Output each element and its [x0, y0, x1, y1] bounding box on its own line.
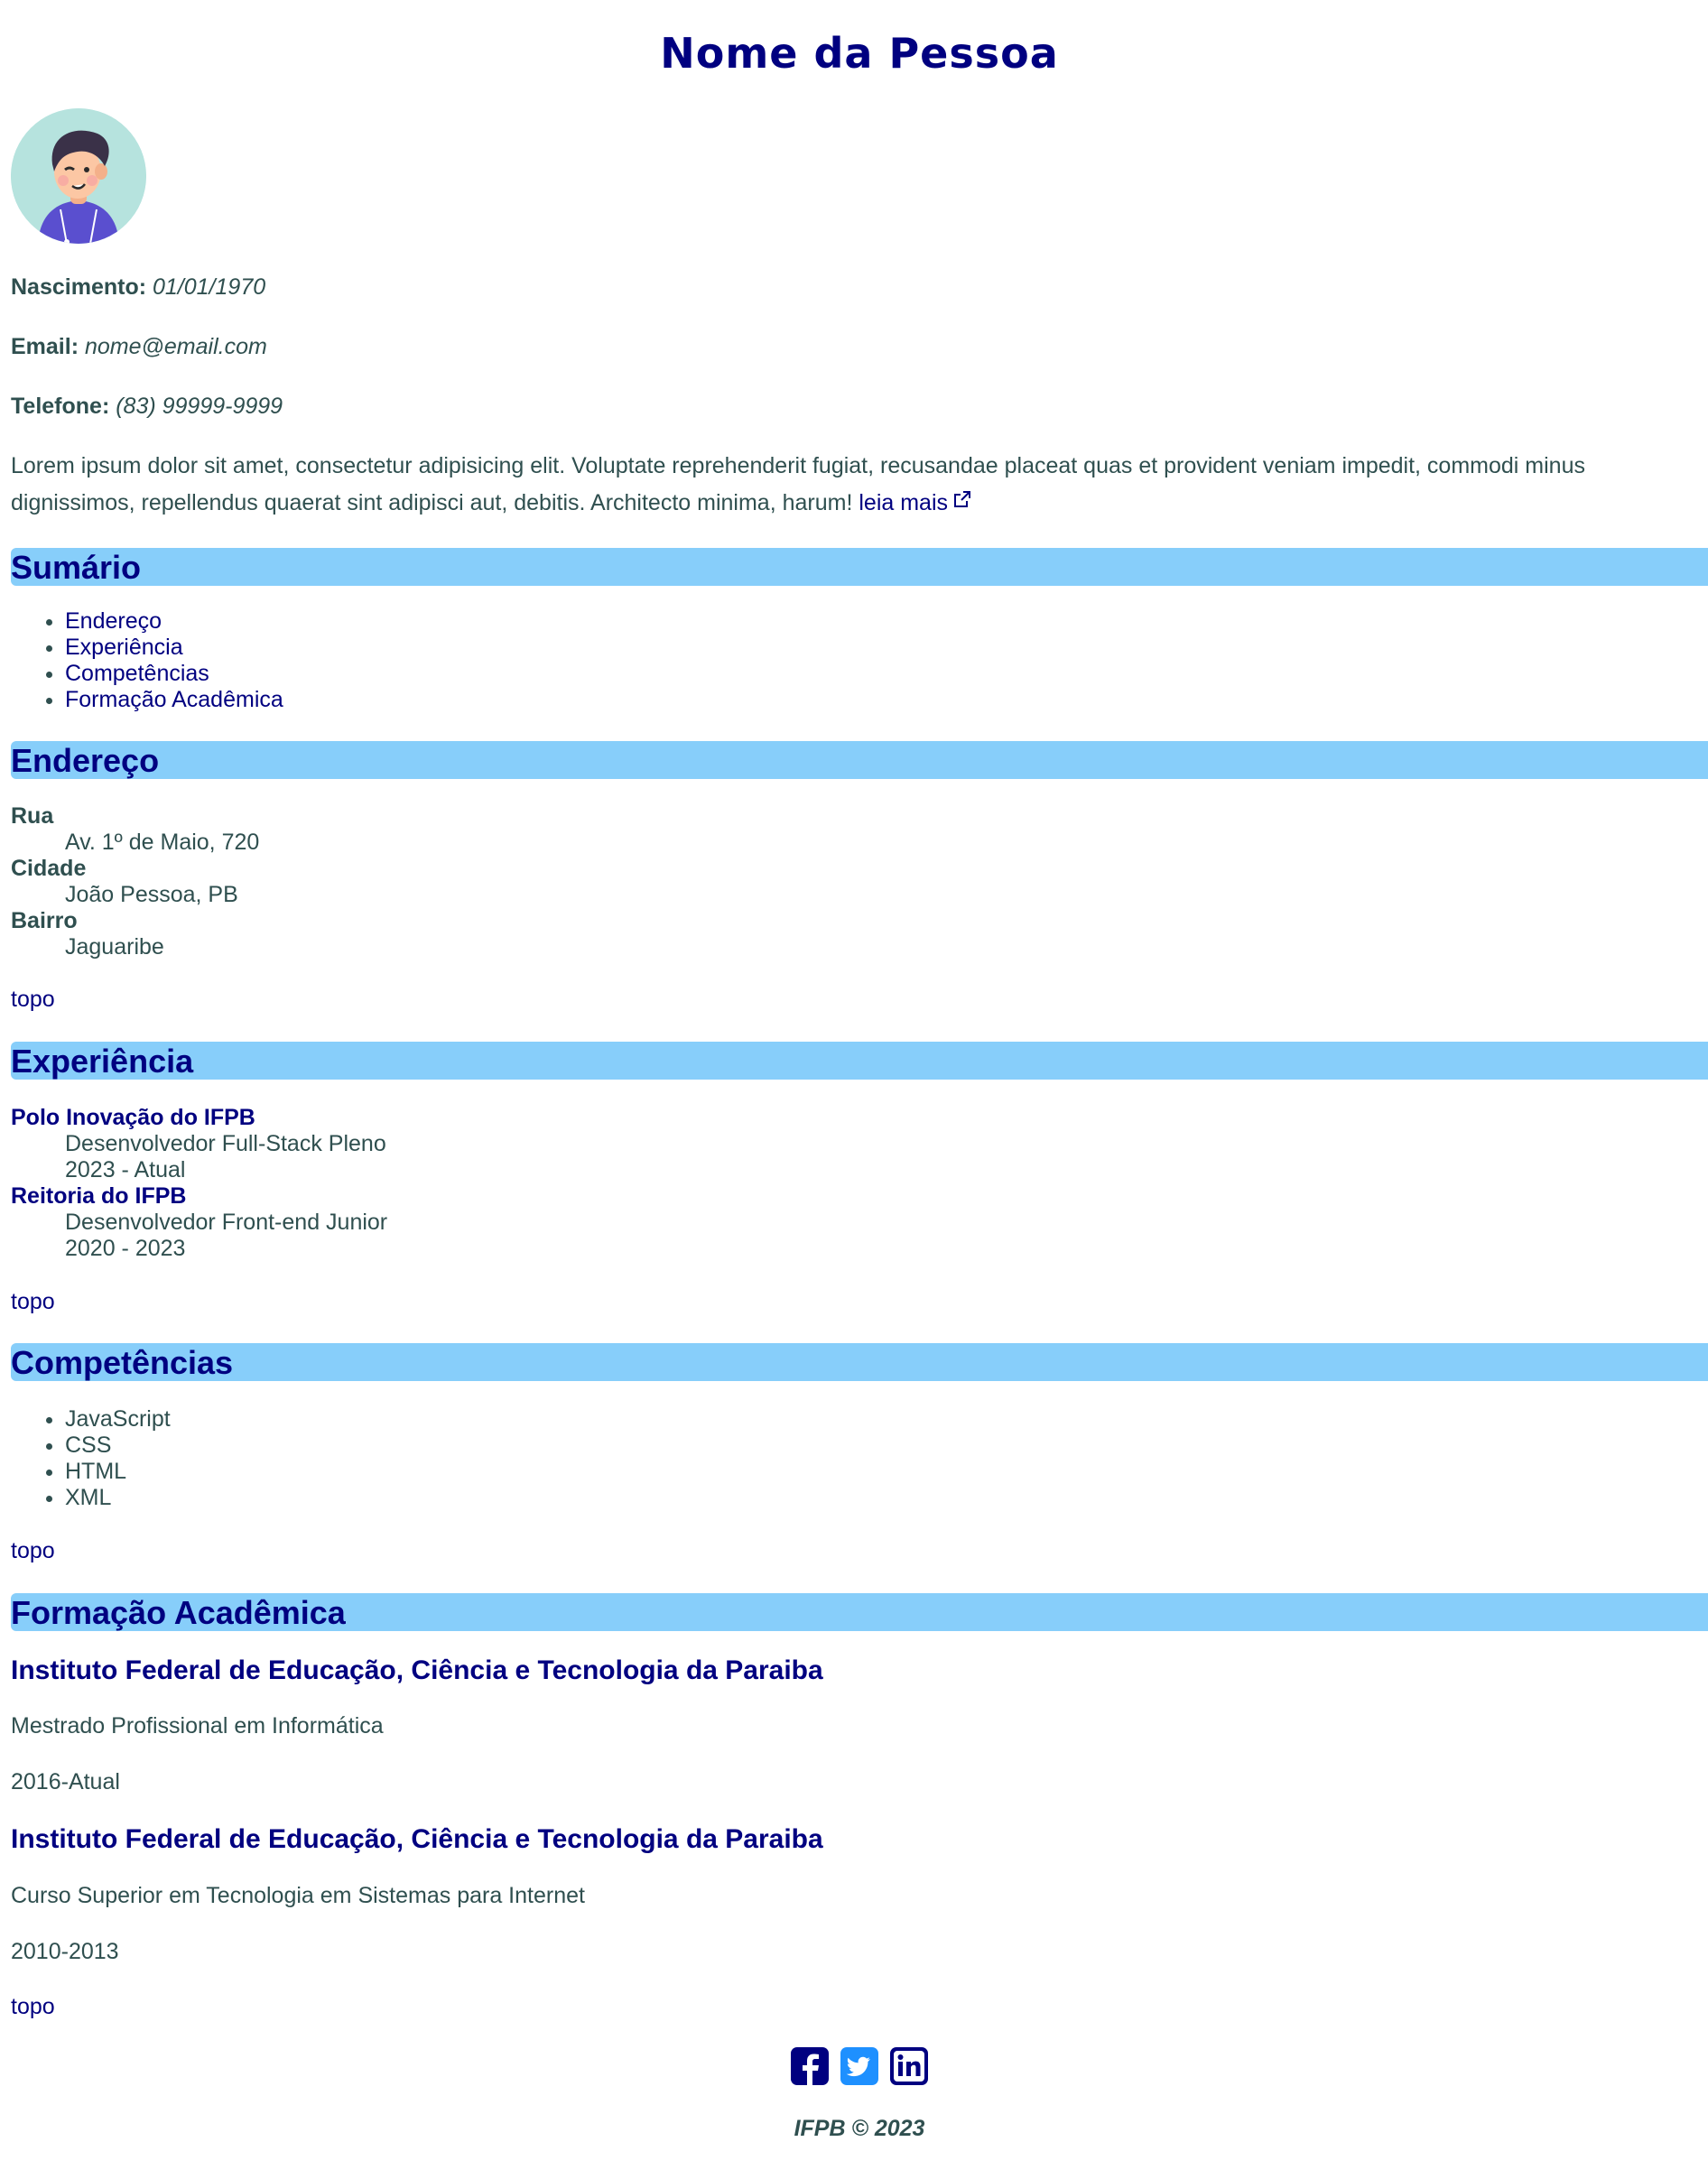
job-period: 2020 - 2023 [65, 1236, 186, 1262]
birth-line: Nascimento: 01/01/1970 [11, 273, 1708, 303]
avatar [11, 108, 146, 244]
email-value: nome@email.com [84, 333, 267, 359]
city-value: João Pessoa, PB [65, 882, 238, 908]
job-role: Desenvolvedor Full-Stack Pleno [65, 1131, 386, 1157]
street-value: Av. 1º de Maio, 720 [65, 830, 260, 856]
avatar-illustration [11, 108, 146, 244]
course-name: Mestrado Profissional em Informática [11, 1713, 384, 1739]
course-period: 2010-2013 [11, 1938, 119, 1964]
intro-paragraph: Lorem ipsum dolor sit amet, consectetur … [11, 449, 1708, 521]
social-links [11, 2047, 1708, 2089]
top-link[interactable]: topo [11, 987, 1708, 1013]
summary-list: Endereço Experiência Competências Formaç… [11, 608, 1708, 713]
summary-link-address[interactable]: Endereço [65, 608, 162, 634]
skill-item: XML [65, 1485, 1708, 1511]
footer-text: IFPB © 2023 [794, 2116, 925, 2142]
experience-list: Polo Inovação do IFPB Desenvolvedor Full… [11, 1105, 1708, 1262]
birth-label: Nascimento: [11, 274, 147, 300]
email-label: Email: [11, 333, 79, 359]
experience-heading: Experiência [11, 1042, 1708, 1080]
institution-name: Instituto Federal de Educação, Ciência e… [11, 1655, 823, 1686]
summary-link-skills[interactable]: Competências [65, 661, 209, 686]
institution-name: Instituto Federal de Educação, Ciência e… [11, 1823, 823, 1854]
skills-heading: Competências [11, 1343, 1708, 1382]
summary-link-experience[interactable]: Experiência [65, 635, 183, 660]
phone-value: (83) 99999-9999 [116, 393, 283, 419]
page-title: Nome da Pessoa [660, 29, 1059, 78]
top-link[interactable]: topo [11, 1289, 1708, 1315]
summary-heading: Sumário [11, 548, 1708, 587]
skill-item: CSS [65, 1433, 1708, 1459]
district-label: Bairro [11, 908, 78, 934]
email-line: Email: nome@email.com [11, 332, 1708, 363]
district-value: Jaguaribe [65, 934, 164, 960]
facebook-icon[interactable] [791, 2047, 830, 2086]
course-name: Curso Superior em Tecnologia em Sistemas… [11, 1882, 585, 1908]
job-role: Desenvolvedor Front-end Junior [65, 1210, 388, 1236]
summary-link-education[interactable]: Formação Acadêmica [65, 687, 283, 712]
summary-item: Competências [65, 661, 1708, 687]
skill-item: JavaScript [65, 1406, 1708, 1433]
summary-item: Formação Acadêmica [65, 687, 1708, 713]
street-label: Rua [11, 803, 54, 830]
read-more-label: leia mais [859, 490, 949, 516]
intro-text: Lorem ipsum dolor sit amet, consectetur … [11, 453, 1585, 516]
phone-label: Telefone: [11, 393, 110, 419]
page: Nome da Pessoa Nascimento: 01/01/1970 Em… [0, 0, 1708, 2145]
company-name: Reitoria do IFPB [11, 1183, 187, 1210]
job-period: 2023 - Atual [65, 1157, 186, 1183]
read-more-link[interactable]: leia mais [859, 490, 971, 515]
skill-item: HTML [65, 1459, 1708, 1485]
external-link-icon [953, 484, 971, 508]
linkedin-icon[interactable] [889, 2047, 928, 2086]
city-label: Cidade [11, 856, 87, 882]
top-link[interactable]: topo [11, 1538, 1708, 1564]
summary-item: Endereço [65, 608, 1708, 635]
summary-item: Experiência [65, 635, 1708, 661]
address-list: Rua Av. 1º de Maio, 720 Cidade João Pess… [11, 803, 1708, 960]
phone-line: Telefone: (83) 99999-9999 [11, 392, 1708, 422]
education-heading: Formação Acadêmica [11, 1593, 1708, 1632]
course-period: 2016-Atual [11, 1769, 120, 1794]
company-name: Polo Inovação do IFPB [11, 1105, 255, 1131]
address-heading: Endereço [11, 741, 1708, 780]
skills-list: JavaScript CSS HTML XML [11, 1406, 1708, 1511]
birth-value: 01/01/1970 [153, 274, 266, 300]
top-link[interactable]: topo [11, 1994, 1708, 2020]
twitter-icon[interactable] [840, 2047, 878, 2086]
